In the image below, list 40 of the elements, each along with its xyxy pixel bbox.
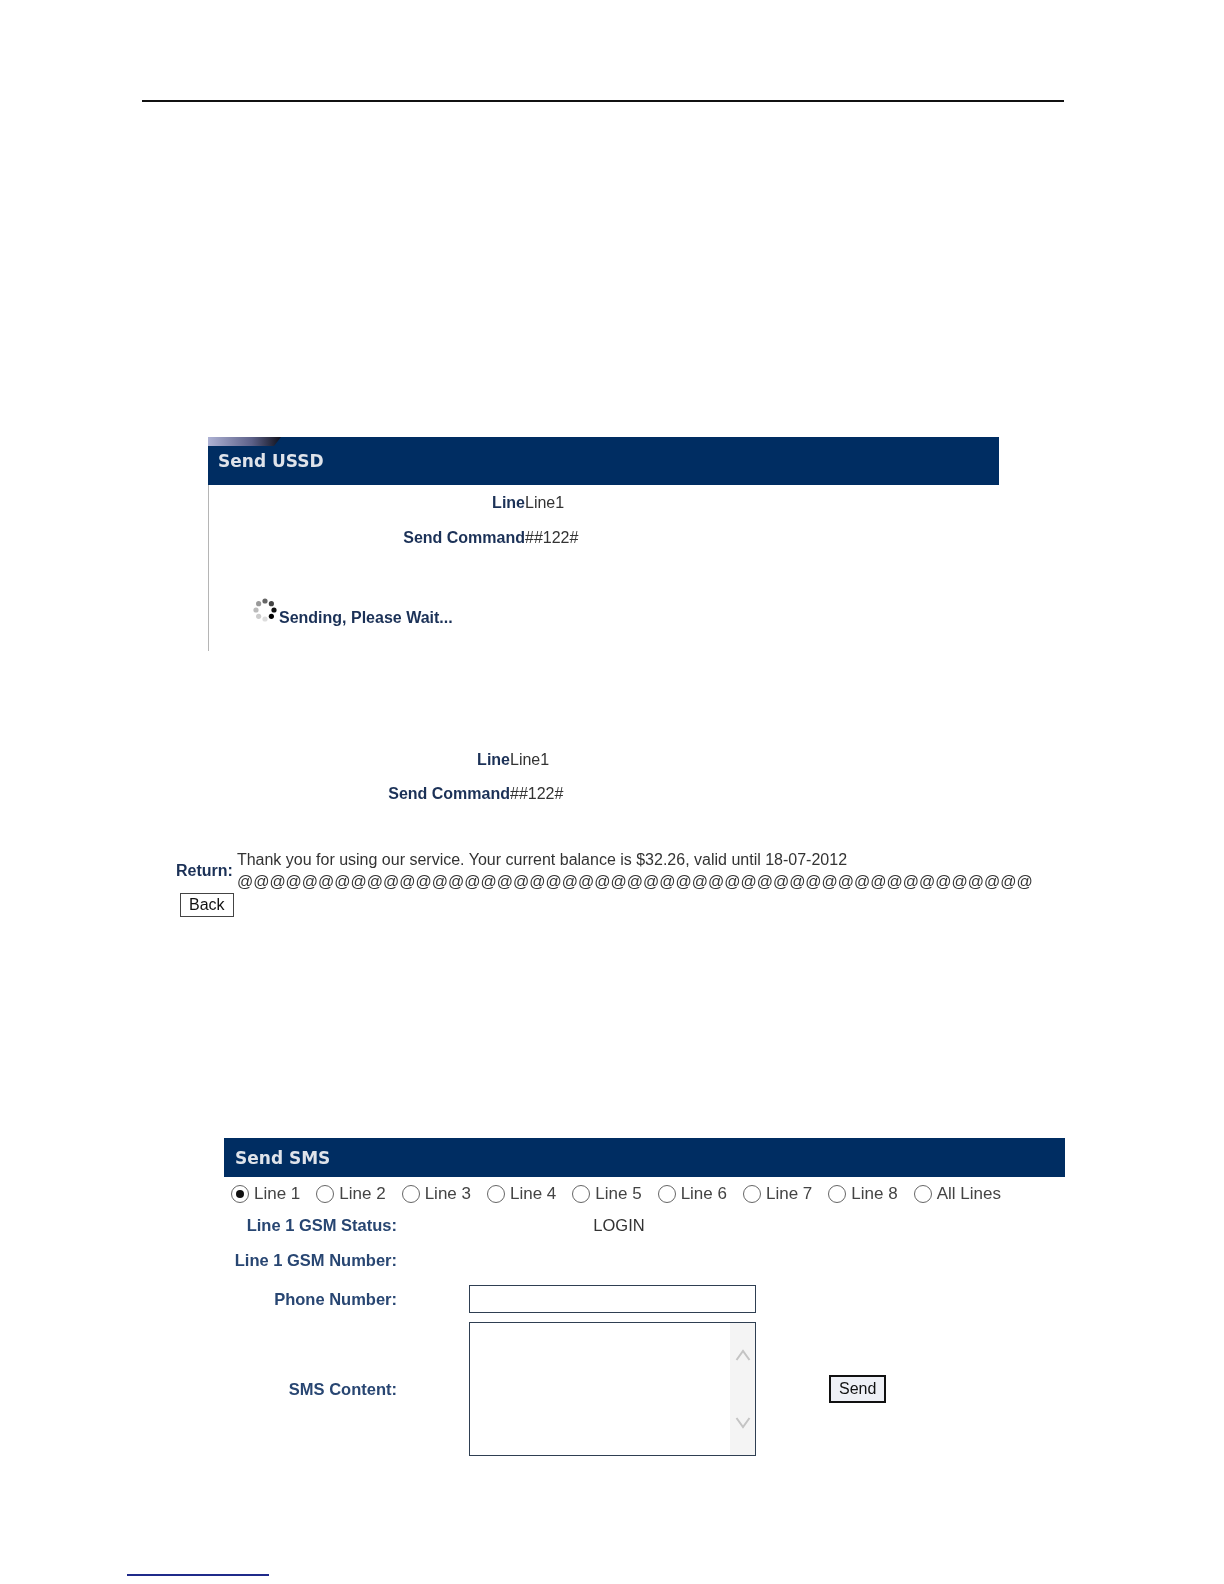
return-message: Thank you for using our service. Your current balance is $32.26, valid until 18-07-2012 @@@@@@@@@@@@@@@@@@@@@@@@@@@@@@@@@@@@@@@@@@@@@@@@@ [236,850,1034,892]
phone-number-field[interactable] [469,1285,756,1313]
field-value: ##122# [510,784,564,804]
radio-label[interactable]: Line 4 [510,1184,557,1204]
field-label: Line [492,494,525,511]
radio-button[interactable] [401,1185,420,1203]
radio-label[interactable]: Line 6 [680,1184,727,1204]
radio-button[interactable] [487,1185,505,1203]
radio-label[interactable]: Line 1 [254,1184,301,1204]
field-label: Line [477,751,510,768]
radio-label[interactable]: Line 5 [595,1184,642,1204]
back-button[interactable]: Back [180,893,234,917]
field-value: LOGIN [593,1216,645,1234]
radio-label[interactable]: Line 3 [424,1184,471,1204]
loading-spinner-icon [253,598,277,622]
radio-button[interactable] [657,1185,676,1203]
status-text: Sending, Please Wait... [279,608,453,628]
radio-label[interactable]: Line 2 [339,1184,386,1204]
field-value: Line1 [525,493,565,513]
field-label: Line 1 GSM Number: [234,1251,397,1269]
radio-label[interactable]: All Lines [936,1184,1001,1204]
radio-button[interactable] [913,1185,932,1203]
radio-label[interactable]: Line 7 [765,1184,813,1204]
field-label: Line 1 GSM Status: [246,1216,397,1234]
radio-label[interactable]: Line 8 [851,1184,898,1204]
panel-title: Send SMS [235,1147,331,1168]
field-label: Send Command [388,785,510,802]
radio-button[interactable] [828,1185,847,1203]
field-label: Send Command [403,529,525,546]
send-button[interactable]: Send [829,1375,887,1403]
radio-button[interactable] [572,1185,591,1203]
field-value: Line1 [510,750,550,770]
radio-button[interactable] [231,1185,249,1203]
radio-button[interactable] [742,1185,761,1203]
field-label: SMS Content: [288,1379,397,1398]
field-value: ##122# [525,528,579,548]
radio-button[interactable] [316,1185,335,1203]
field-label: Phone Number: [274,1289,397,1308]
panel-title: Send USSD [218,451,324,471]
return-label: Return: [176,861,233,881]
